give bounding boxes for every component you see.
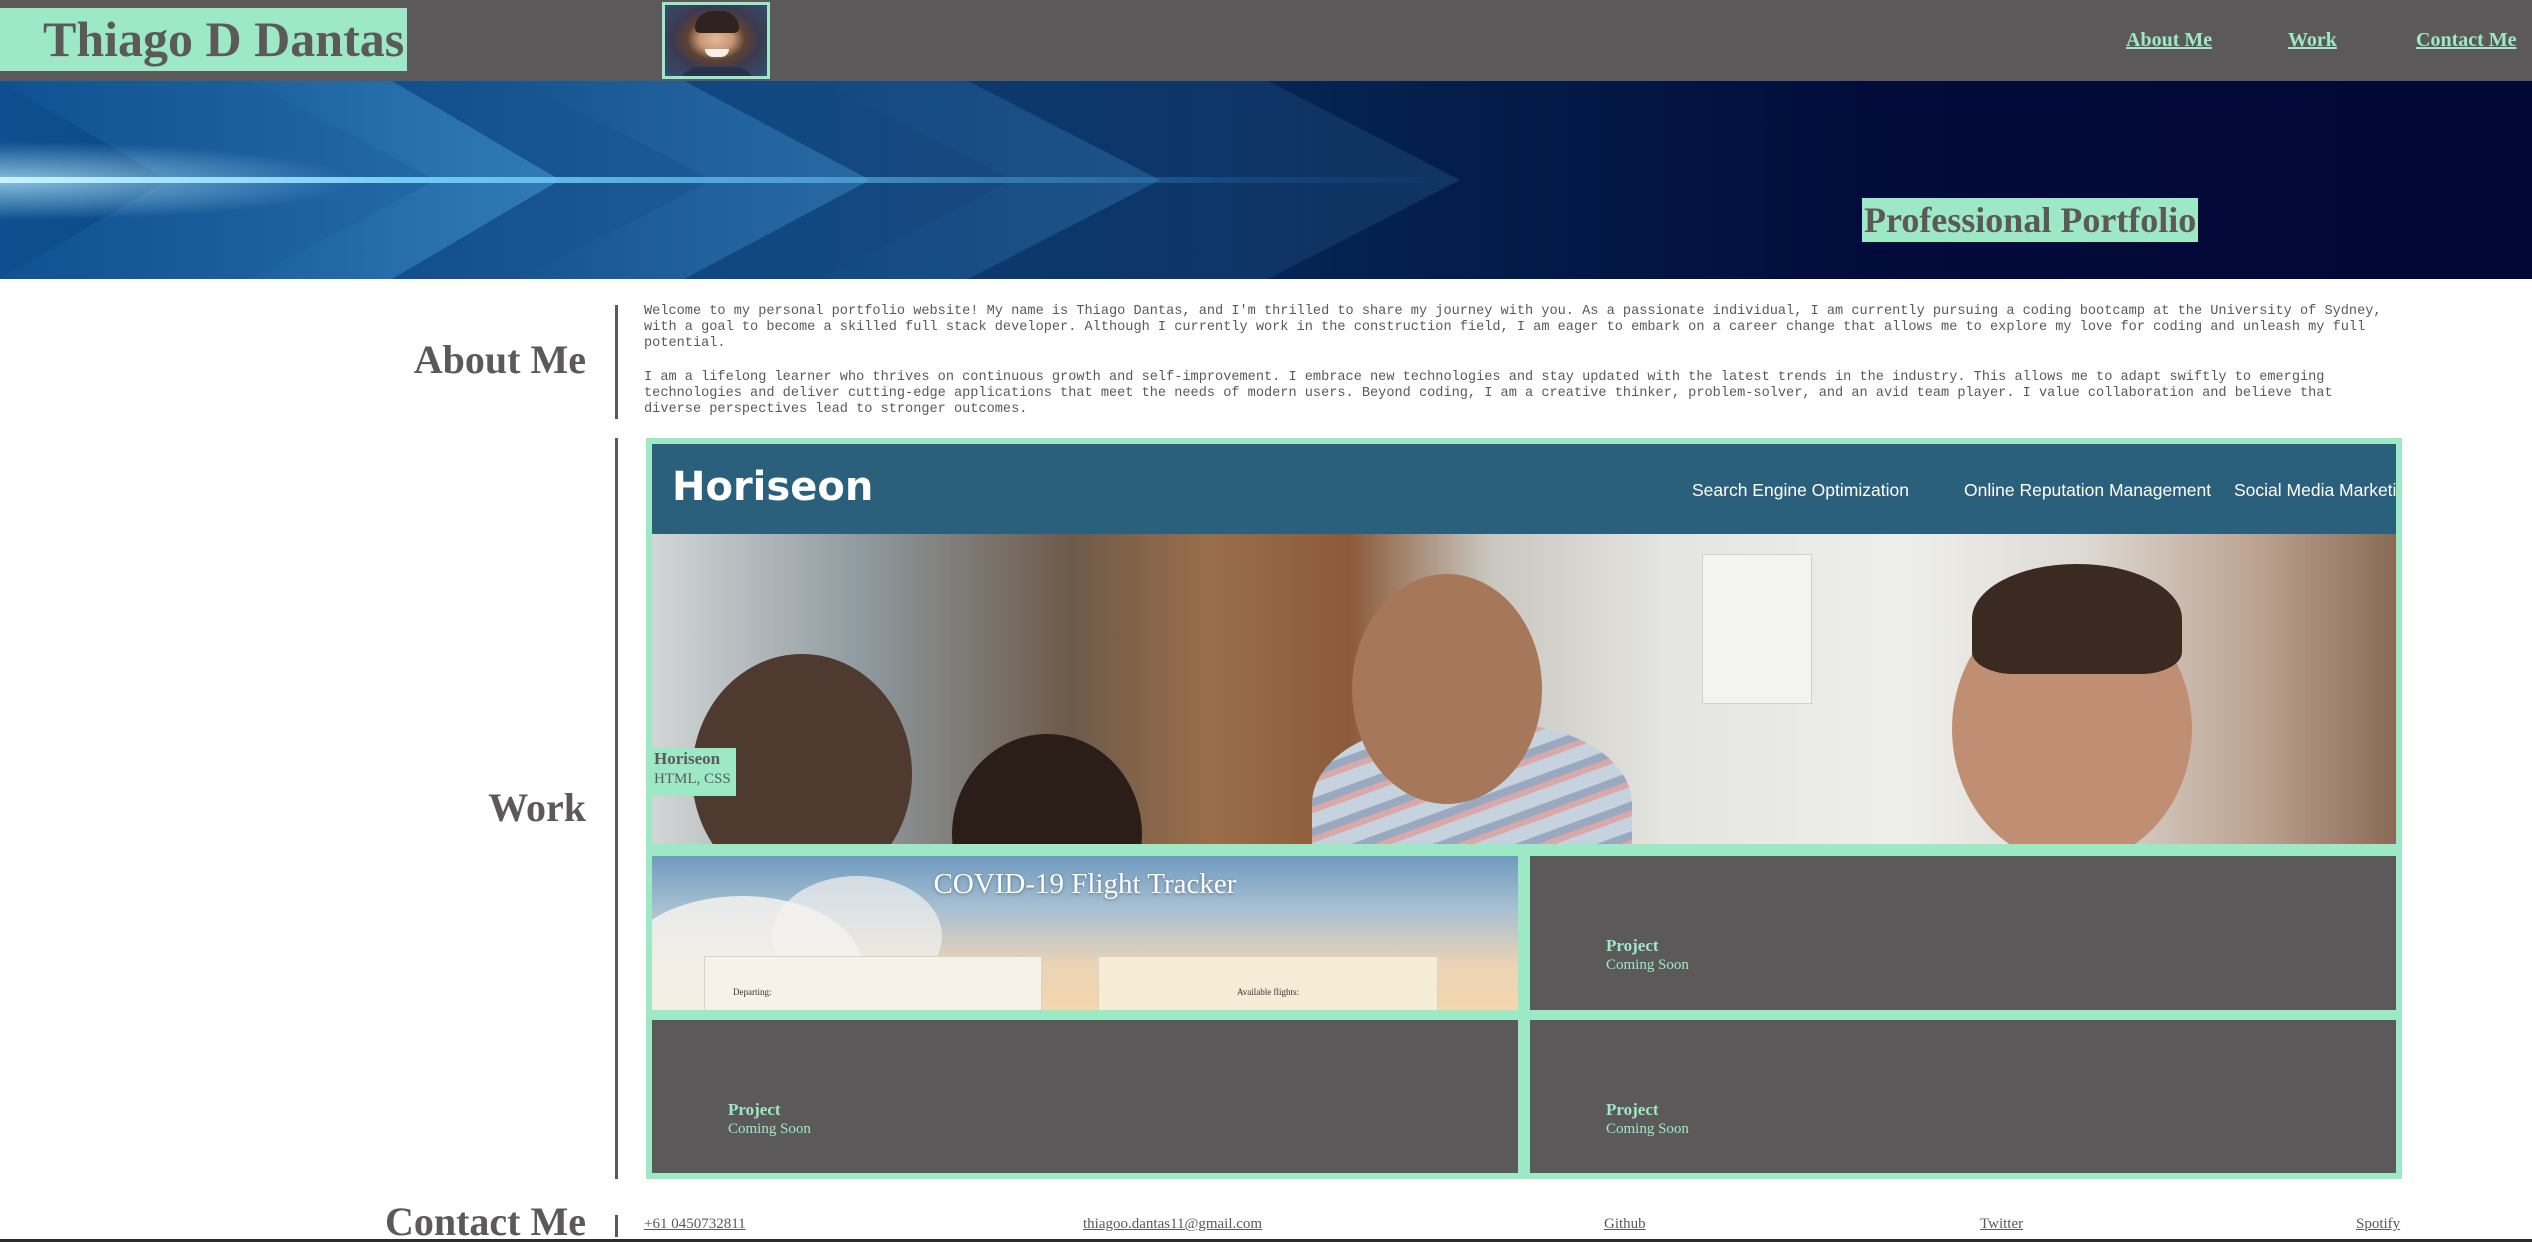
covid-project-title: COVID-19 Flight Tracker: [933, 868, 1237, 900]
profile-photo: [662, 2, 770, 79]
nav-contact-link[interactable]: Contact Me: [2416, 29, 2517, 52]
avatar-smile: [705, 49, 729, 57]
horiseon-screenshot-header: Horiseon Search Engine Optimization Onli…: [652, 444, 2396, 534]
project-card-covid[interactable]: COVID-19 Flight Tracker Departing: Avail…: [646, 850, 1524, 1016]
photo-hair: [1972, 564, 2182, 674]
contact-divider: [615, 1215, 618, 1237]
avatar-shirt: [679, 67, 755, 76]
avatar-hair: [695, 11, 739, 33]
photo-whiteboard: [1702, 554, 1812, 704]
site-header: Thiago D Dantas About Me Work Contact Me: [0, 0, 2532, 81]
about-divider: [615, 305, 618, 419]
project-status: Coming Soon: [1606, 957, 1689, 973]
about-heading: About Me: [413, 337, 586, 382]
hero-title: Professional Portfolio: [1862, 198, 2199, 242]
covid-departing-panel: Departing:: [704, 956, 1042, 1010]
hero-banner: Professional Portfolio: [0, 81, 2532, 279]
nav-work-link[interactable]: Work: [2288, 29, 2337, 52]
project-label: Project Coming Soon: [728, 1100, 811, 1138]
project-tech: HTML, CSS: [654, 771, 731, 787]
covid-flights-panel: Available flights:: [1098, 956, 1438, 1010]
project-label: Horiseon HTML, CSS: [652, 748, 736, 796]
contact-phone-link[interactable]: +61 0450732811: [644, 1216, 746, 1233]
contact-github-link[interactable]: Github: [1604, 1216, 1646, 1233]
project-title: Project: [728, 1100, 781, 1119]
project-card-placeholder[interactable]: Project Coming Soon: [646, 1014, 1524, 1179]
hero-light-beam: [0, 177, 1460, 183]
horiseon-nav-item: Social Media Marketing: [2234, 480, 2402, 500]
project-label: Project Coming Soon: [1606, 936, 1689, 974]
about-text: Welcome to my personal portfolio website…: [644, 304, 2388, 418]
work-divider: [615, 438, 618, 1179]
about-paragraph: I am a lifelong learner who thrives on c…: [644, 370, 2333, 417]
photo-person: [1352, 574, 1542, 804]
project-title: Project: [1606, 936, 1659, 955]
site-name: Thiago D Dantas: [0, 8, 408, 71]
horiseon-nav-item: Search Engine Optimization: [1692, 480, 1909, 500]
horiseon-nav-item: Online Reputation Management: [1964, 480, 2212, 500]
contact-email-link[interactable]: thiagoo.dantas11@gmail.com: [1083, 1216, 1262, 1233]
about-paragraph: Welcome to my personal portfolio website…: [644, 304, 2382, 351]
photo-person: [952, 734, 1142, 844]
project-label: Project Coming Soon: [1606, 1100, 1689, 1138]
horiseon-logo: Horiseon: [672, 464, 874, 510]
contact-heading: Contact Me: [384, 1199, 586, 1242]
project-title: Horiseon: [654, 749, 721, 768]
project-title: Project: [1606, 1100, 1659, 1119]
work-heading: Work: [488, 785, 586, 830]
contact-twitter-link[interactable]: Twitter: [1980, 1216, 2023, 1233]
horiseon-team-photo: [652, 534, 2396, 844]
project-status: Coming Soon: [1606, 1121, 1689, 1137]
project-card-horiseon[interactable]: Horiseon Search Engine Optimization Onli…: [646, 438, 2402, 850]
work-grid: Horiseon Search Engine Optimization Onli…: [646, 438, 2402, 1179]
project-status: Coming Soon: [728, 1121, 811, 1137]
project-card-placeholder[interactable]: Project Coming Soon: [1524, 1014, 2402, 1179]
nav-about-link[interactable]: About Me: [2126, 29, 2212, 52]
project-card-placeholder[interactable]: Project Coming Soon: [1524, 850, 2402, 1016]
contact-spotify-link[interactable]: Spotify: [2356, 1216, 2400, 1233]
